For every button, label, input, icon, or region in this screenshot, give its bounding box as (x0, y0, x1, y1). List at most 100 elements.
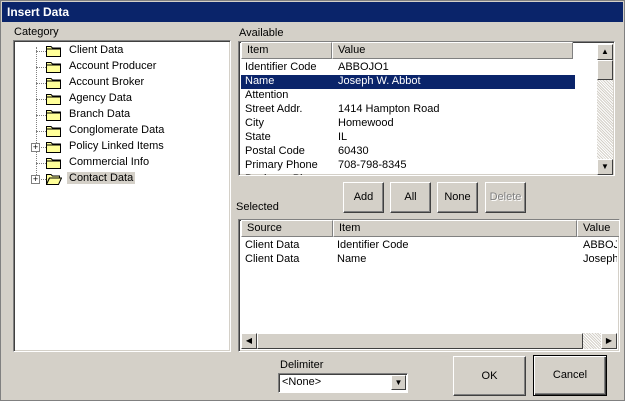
expand-icon[interactable]: + (31, 143, 40, 152)
window-title: Insert Data (7, 5, 70, 19)
table-cell-source: Client Data (245, 239, 300, 251)
table-cell-source: Client Data (245, 253, 300, 265)
category-tree-item[interactable]: Account Producer (14, 59, 214, 75)
category-tree-item-label: Client Data (69, 44, 124, 56)
selected-header-item[interactable]: Item (333, 220, 577, 237)
delimiter-select[interactable]: <None> ▼ (278, 373, 408, 393)
table-cell-value: Joseph (583, 253, 617, 265)
folder-icon (46, 142, 61, 153)
category-tree-item[interactable]: Account Broker (14, 75, 214, 91)
scroll-right-icon[interactable]: ▶ (601, 333, 617, 349)
category-tree-item[interactable]: Client Data (14, 43, 214, 59)
list-item-name: Attention (245, 89, 289, 101)
category-tree-item[interactable]: Agency Data (14, 91, 214, 107)
available-label: Available (239, 27, 284, 39)
add-button[interactable]: Add (343, 182, 384, 213)
selected-header-value[interactable]: Value (577, 220, 619, 237)
folder-icon (46, 94, 61, 105)
category-tree-item-label: Agency Data (69, 92, 132, 104)
list-item-name: Business Phone (245, 173, 331, 175)
category-tree-item[interactable]: Conglomerate Data (14, 123, 214, 139)
list-item-value: IL (338, 131, 348, 143)
category-tree-item-label: Account Broker (69, 76, 145, 88)
folder-icon (46, 126, 61, 137)
expand-icon[interactable]: + (31, 175, 40, 184)
ok-button[interactable]: OK (453, 356, 526, 396)
table-cell-item: Name (337, 253, 367, 265)
list-item-name: Primary Phone (245, 159, 318, 171)
category-tree-item[interactable]: Branch Data (14, 107, 214, 123)
category-tree-item[interactable]: Commercial Info (14, 155, 214, 171)
available-header-item[interactable]: Item (241, 42, 332, 59)
list-item[interactable]: Attention (241, 89, 597, 103)
list-item-value: Joseph W. Abbot (338, 75, 421, 87)
list-item-value: Homewood (338, 117, 394, 129)
category-tree-item[interactable]: + Policy Linked Items (14, 139, 214, 155)
scroll-thumb[interactable] (257, 333, 583, 349)
category-tree-item-label: Policy Linked Items (69, 140, 164, 152)
table-cell-value: ABBOJ (583, 239, 617, 251)
tree-connector-line (36, 131, 46, 132)
delete-button[interactable]: Delete (485, 182, 526, 213)
selected-horizontal-scrollbar[interactable]: ◀ ▶ (241, 333, 617, 349)
table-cell-item: Identifier Code (337, 239, 409, 251)
tree-connector-line (36, 67, 46, 68)
category-tree-item-label: Conglomerate Data (69, 124, 165, 136)
list-item-name: Street Addr. (245, 103, 303, 115)
category-tree-item-label: Commercial Info (69, 156, 150, 168)
cancel-button[interactable]: Cancel (533, 355, 607, 396)
all-button[interactable]: All (390, 182, 431, 213)
list-item-name: City (245, 117, 264, 129)
list-item[interactable]: City Homewood (241, 117, 597, 131)
insert-data-dialog: Insert Data Category Client Data Account … (0, 0, 625, 401)
title-bar: Insert Data (2, 2, 623, 22)
selected-label: Selected (236, 201, 279, 213)
tree-connector-line (36, 115, 46, 116)
list-item[interactable]: Business Phone (241, 173, 597, 175)
category-tree-item-label: Branch Data (69, 108, 131, 120)
folder-icon (46, 62, 61, 73)
category-tree-item[interactable]: + Contact Data (14, 171, 214, 187)
scroll-down-icon[interactable]: ▼ (597, 159, 613, 175)
tree-connector-line (36, 163, 46, 164)
table-row[interactable]: Client Data Identifier Code ABBOJ (241, 239, 617, 253)
folder-icon (46, 110, 61, 121)
list-item[interactable]: Primary Phone 708-798-8345 (241, 159, 597, 173)
list-item-value: ABBOJO1 (338, 61, 389, 73)
none-button[interactable]: None (437, 182, 478, 213)
folder-icon (46, 158, 61, 169)
folder-icon (46, 78, 61, 89)
tree-connector-line (36, 99, 46, 100)
available-list[interactable]: Item Value Identifier Code ABBOJO1 Name Jos… (238, 41, 615, 176)
folder-icon (46, 46, 61, 57)
list-item-name: Identifier Code (245, 61, 317, 73)
category-tree-item-label: Account Producer (69, 60, 157, 72)
selected-rows: Client Data Identifier Code ABBOJ Client Da… (241, 239, 617, 331)
selected-list[interactable]: Source Item Value Client Data Identifier … (238, 219, 620, 352)
category-label: Category (14, 26, 59, 38)
scroll-left-icon[interactable]: ◀ (241, 333, 257, 349)
list-item-name: State (245, 131, 271, 143)
list-item[interactable]: Postal Code 60430 (241, 145, 597, 159)
delimiter-label: Delimiter (280, 359, 324, 371)
list-item[interactable]: State IL (241, 131, 597, 145)
list-item-value: 1414 Hampton Road (338, 103, 440, 115)
available-vertical-scrollbar[interactable]: ▲ ▼ (597, 44, 613, 175)
tree-connector-line (36, 51, 46, 52)
category-tree[interactable]: Client Data Account Producer Account Broke… (13, 40, 231, 352)
list-item-name: Postal Code (245, 145, 305, 157)
available-header-value[interactable]: Value (332, 42, 573, 59)
list-item-value: 708-798-8345 (338, 159, 407, 171)
selected-header-source[interactable]: Source (241, 220, 333, 237)
scroll-up-icon[interactable]: ▲ (597, 44, 613, 60)
table-row[interactable]: Client Data Name Joseph (241, 253, 617, 267)
list-item[interactable]: Street Addr. 1414 Hampton Road (241, 103, 597, 117)
list-item[interactable]: Name Joseph W. Abbot (241, 75, 597, 89)
tree-connector-line (36, 83, 46, 84)
list-item-name: Name (245, 75, 275, 87)
list-item[interactable]: Identifier Code ABBOJO1 (241, 61, 597, 75)
list-item-value: 60430 (338, 145, 369, 157)
scroll-thumb[interactable] (597, 60, 613, 80)
chevron-down-icon[interactable]: ▼ (391, 375, 406, 390)
category-tree-item-label: Contact Data (67, 172, 136, 184)
